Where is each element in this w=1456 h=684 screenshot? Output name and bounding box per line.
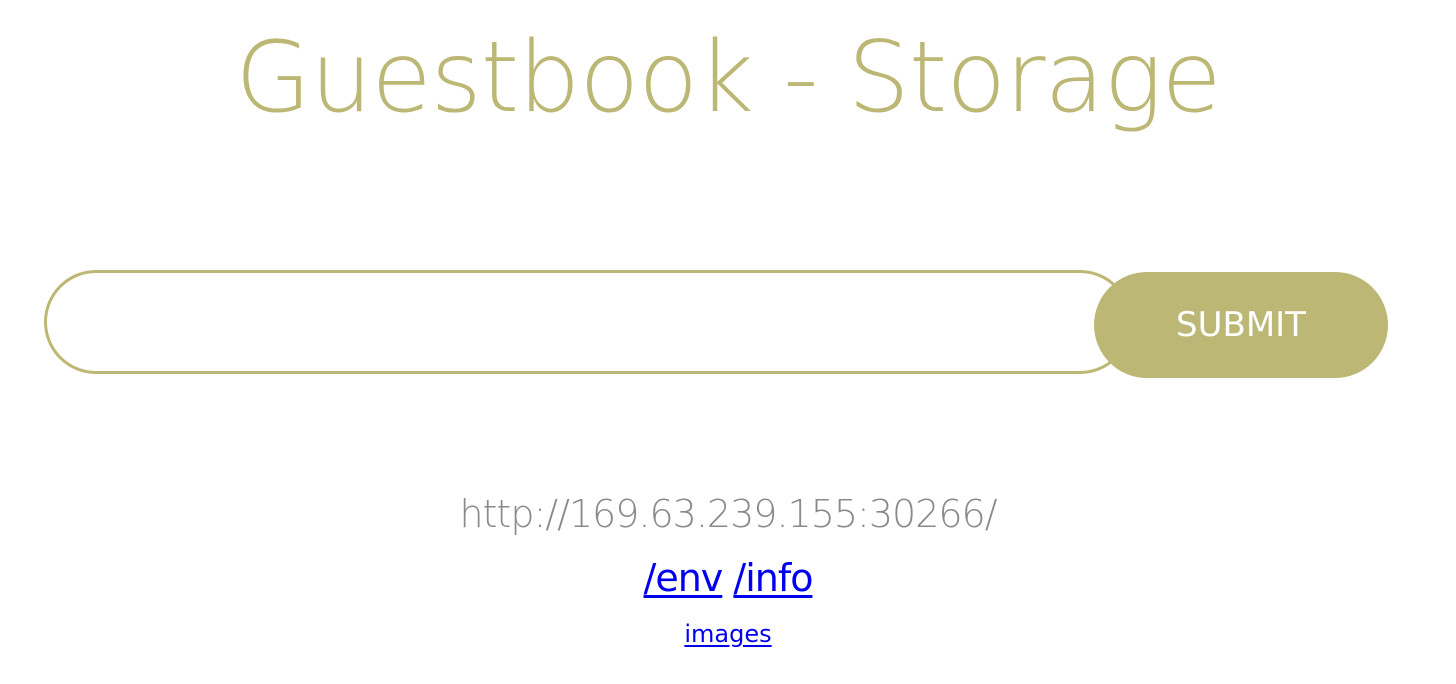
page-title: Guestbook - Storage <box>235 21 1221 135</box>
guestbook-entry-input[interactable] <box>44 270 1132 374</box>
env-link[interactable]: /env <box>644 556 724 600</box>
entry-form: SUBMIT <box>44 270 1390 378</box>
guestbook-page: Guestbook - Storage SUBMIT http://169.63… <box>0 0 1456 684</box>
images-link-container: images <box>0 614 1456 654</box>
images-link[interactable]: images <box>684 620 771 648</box>
submit-button[interactable]: SUBMIT <box>1094 272 1388 378</box>
host-address: http://169.63.239.155:30266/ <box>459 492 997 536</box>
info-link[interactable]: /info <box>733 556 813 600</box>
nav-links: /env /info <box>0 552 1456 604</box>
